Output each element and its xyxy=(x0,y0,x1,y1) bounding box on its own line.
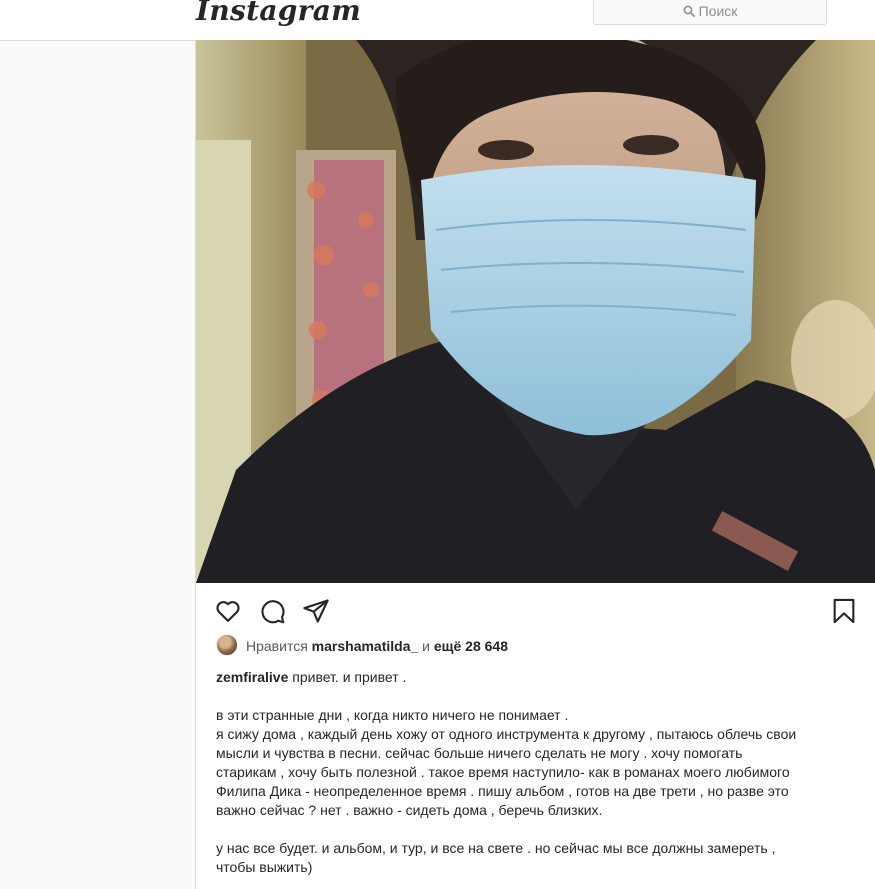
selfie-with-mask-image xyxy=(196,40,875,583)
caption-line: мысли и чувства в песни. сейчас больше н… xyxy=(216,745,743,761)
instagram-logo[interactable]: Instagram xyxy=(196,0,361,27)
search-input[interactable]: Поиск xyxy=(593,0,827,25)
caption-line: я сижу дома , каждый день хожу от одного… xyxy=(216,726,797,742)
post-actions-bar xyxy=(196,583,875,635)
post-card: Нравится marshamatilda_ и ещё 28 648 zem… xyxy=(195,40,875,889)
top-navigation-bar: Instagram Поиск xyxy=(0,0,875,41)
post-photo[interactable] xyxy=(196,40,875,583)
paper-plane-icon[interactable] xyxy=(302,597,330,625)
comment-icon[interactable] xyxy=(258,597,286,625)
caption-line: чтобы выжить) xyxy=(216,859,313,875)
liker-username[interactable]: marshamatilda_ xyxy=(312,638,419,654)
likes-more-link[interactable]: ещё 28 648 xyxy=(434,638,508,654)
likes-connector: и xyxy=(422,638,430,654)
caption-line: в эти странные дни , когда никто ничего … xyxy=(216,707,569,723)
liker-avatar[interactable] xyxy=(216,634,238,656)
caption-line: старикам , хочу быть полезной . такое вр… xyxy=(216,764,790,780)
search-placeholder-wrap: Поиск xyxy=(594,3,826,19)
caption-greeting: привет. и привет . xyxy=(292,669,407,685)
post-caption: zemfiralive привет. и привет . в эти стр… xyxy=(216,668,856,877)
heart-icon[interactable] xyxy=(214,597,242,625)
likes-summary: Нравится marshamatilda_ и ещё 28 648 xyxy=(216,634,508,658)
caption-author[interactable]: zemfiralive xyxy=(216,669,288,685)
likes-prefix: Нравится xyxy=(246,638,308,654)
search-placeholder: Поиск xyxy=(698,3,738,19)
caption-line: Филипа Дика - неопределенное время . пиш… xyxy=(216,783,789,799)
bookmark-icon[interactable] xyxy=(830,597,858,625)
caption-line: важно сейчас ? нет . важно - сидеть дома… xyxy=(216,802,603,818)
search-icon xyxy=(683,5,695,17)
caption-line: у нас все будет. и альбом, и тур, и все … xyxy=(216,840,776,856)
caption-first-line: zemfiralive привет. и привет . xyxy=(216,668,856,687)
